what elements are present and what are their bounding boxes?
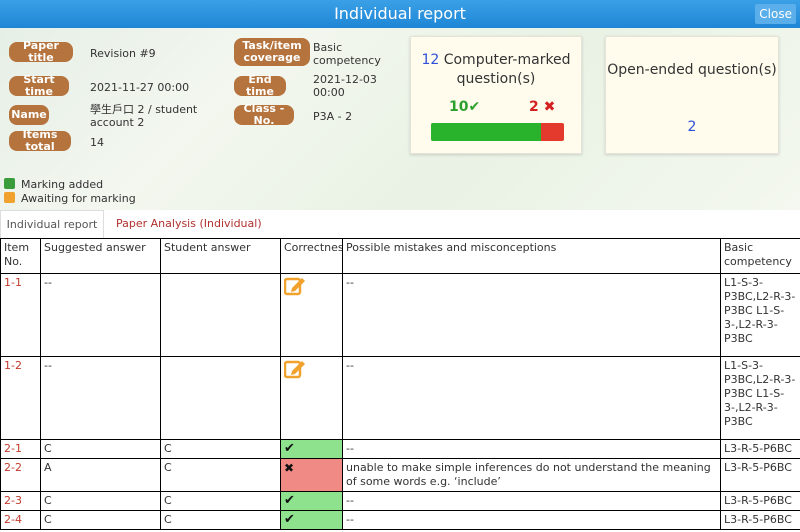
awaiting-marking-icon: [4, 192, 15, 203]
window-title: Individual report: [334, 4, 466, 23]
name-value: 學生戶口 2 / student account 2: [90, 103, 198, 130]
correctness-cell: ✔: [280, 491, 343, 511]
coverage-value: Basic competency: [313, 41, 381, 68]
table-row: 2-1 C C ✔ -- L3-R-5-P6BC: [0, 439, 800, 459]
correctness-progress-bar: [431, 123, 564, 141]
correct-fill: [431, 123, 542, 141]
check-icon: ✔: [284, 512, 295, 527]
open-ended-count: 2: [687, 119, 697, 135]
computer-marked-title: 12 Computer-marked question(s): [411, 51, 581, 89]
legend-awaiting: Awaiting for marking: [4, 192, 136, 205]
student-answer: [160, 356, 281, 440]
tab-individual-report[interactable]: Individual report: [0, 210, 104, 238]
items-total-label: Items total: [9, 128, 71, 153]
suggested-answer: C: [40, 510, 161, 530]
mistakes: --: [342, 356, 721, 440]
paper-title-value: Revision #9: [90, 47, 156, 60]
correctness-cell: ✔: [280, 439, 343, 459]
computer-marked-count: 12: [421, 52, 440, 68]
paper-title-label: Paper title: [9, 39, 73, 64]
computer-marked-card: 12 Computer-marked question(s) 10✔ 2 ✖: [410, 36, 582, 154]
suggested-answer: --: [40, 273, 161, 357]
student-answer: C: [160, 491, 281, 511]
suggested-answer: C: [40, 439, 161, 459]
coverage-label: Task/item coverage: [234, 38, 310, 66]
wrong-count-value: 2: [529, 99, 539, 115]
table-row: 1-1 -- -- L1-S-3-P3BC,L2-R-3-P3BC L1-S-3…: [0, 273, 800, 357]
table-row: 1-2 -- -- L1-S-3-P3BC,L2-R-3-P3BC L1-S-3…: [0, 356, 800, 440]
student-answer: C: [160, 458, 281, 492]
table-header-row: Item No. Suggested answer Student answer…: [0, 238, 800, 274]
item-no-link[interactable]: 1-1: [0, 273, 41, 357]
edit-pencil-icon[interactable]: [284, 359, 306, 379]
report-header: Paper title Revision #9 Start time 2021-…: [0, 28, 800, 210]
student-answer: C: [160, 439, 281, 459]
open-ended-card: Open-ended question(s) 2: [605, 36, 779, 154]
items-total-value: 14: [90, 136, 104, 149]
legend-marking-added: Marking added: [4, 178, 103, 191]
table-row: 2-2 A C ✖ unable to make simple inferenc…: [0, 458, 800, 492]
results-table: Item No. Suggested answer Student answer…: [0, 238, 800, 530]
mistakes: --: [342, 273, 721, 357]
header-suggested-answer: Suggested answer: [40, 238, 161, 274]
header-mistakes: Possible mistakes and misconceptions: [342, 238, 721, 274]
competency: L1-S-3-P3BC,L2-R-3-P3BC L1-S-3-,L2-R-3-P…: [720, 356, 800, 440]
mistakes: unable to make simple inferences do not …: [342, 458, 721, 492]
correctness-cell: ✔: [280, 510, 343, 530]
item-no-link[interactable]: 1-2: [0, 356, 41, 440]
name-label: Name: [9, 105, 49, 125]
report-tabs: Individual report Paper Analysis (Indivi…: [0, 210, 800, 238]
edit-pencil-icon[interactable]: [284, 276, 306, 296]
end-time-label: End time: [234, 73, 286, 98]
correct-count-value: 10: [449, 99, 469, 115]
cross-icon: ✖: [284, 461, 295, 475]
mistakes: --: [342, 491, 721, 511]
close-button[interactable]: Close: [755, 4, 796, 24]
correctness-cell: [280, 356, 343, 440]
header-item-no: Item No.: [0, 238, 41, 274]
marking-added-icon: [4, 178, 15, 189]
table-row: 2-4 C C ✔ -- L3-R-5-P6BC: [0, 510, 800, 530]
open-ended-title: Open-ended question(s): [607, 62, 777, 78]
item-no-link[interactable]: 2-4: [0, 510, 41, 530]
student-answer: [160, 273, 281, 357]
start-time-value: 2021-11-27 00:00: [90, 81, 190, 94]
competency: L3-R-5-P6BC: [720, 458, 800, 492]
suggested-answer: --: [40, 356, 161, 440]
student-answer: C: [160, 510, 281, 530]
item-no-link[interactable]: 2-2: [0, 458, 41, 492]
class-label: Class - No.: [234, 102, 294, 127]
window-titlebar: Individual report Close: [0, 0, 800, 28]
competency: L3-R-5-P6BC: [720, 491, 800, 511]
correctness-cell: ✖: [280, 458, 343, 492]
tab-paper-analysis[interactable]: Paper Analysis (Individual): [116, 210, 262, 238]
competency: L3-R-5-P6BC: [720, 439, 800, 459]
item-no-link[interactable]: 2-1: [0, 439, 41, 459]
item-no-link[interactable]: 2-3: [0, 491, 41, 511]
competency: L1-S-3-P3BC,L2-R-3-P3BC L1-S-3-,L2-R-3-P…: [720, 273, 800, 357]
marking-added-label: Marking added: [21, 178, 104, 191]
correctness-cell: [280, 273, 343, 357]
header-student-answer: Student answer: [160, 238, 281, 274]
wrong-count: 2 ✖: [529, 99, 555, 115]
header-competency: Basic competency: [720, 238, 800, 274]
check-icon: ✔: [284, 441, 295, 456]
check-icon: ✔: [284, 493, 295, 508]
mistakes: --: [342, 510, 721, 530]
table-row: 2-3 C C ✔ -- L3-R-5-P6BC: [0, 491, 800, 511]
suggested-answer: A: [40, 458, 161, 492]
cross-icon: ✖: [543, 99, 556, 115]
computer-marked-label: Computer-marked question(s): [443, 52, 571, 87]
mistakes: --: [342, 439, 721, 459]
competency: L3-R-5-P6BC: [720, 510, 800, 530]
start-time-label: Start time: [9, 73, 69, 98]
end-time-value: 2021-12-03 00:00: [313, 73, 377, 100]
check-icon: ✔: [468, 99, 481, 115]
awaiting-label: Awaiting for marking: [21, 192, 136, 205]
class-value: P3A - 2: [313, 110, 353, 123]
suggested-answer: C: [40, 491, 161, 511]
header-correctness: Correctness: [280, 238, 343, 274]
correct-count: 10✔: [449, 99, 480, 115]
